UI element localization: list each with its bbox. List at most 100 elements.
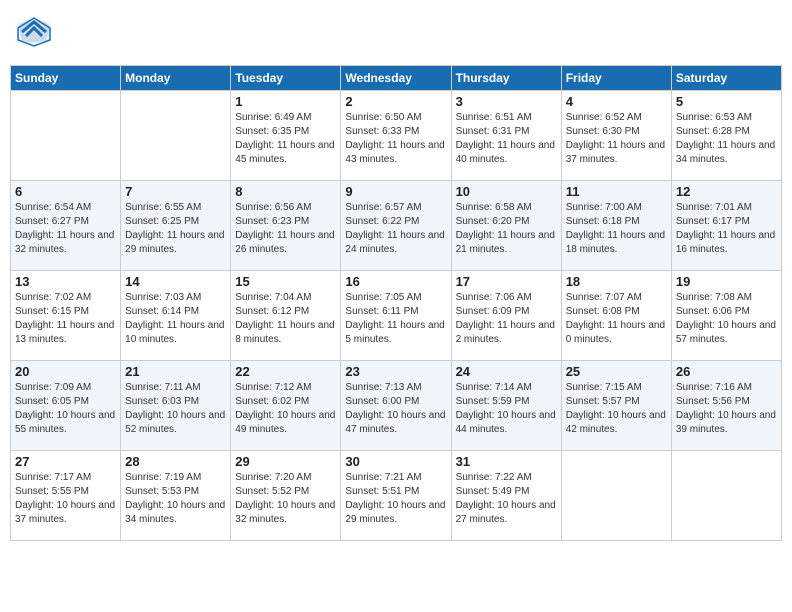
header-thursday: Thursday xyxy=(451,66,561,91)
day-cell: 5 Sunrise: 6:53 AM Sunset: 6:28 PM Daylig… xyxy=(671,91,781,181)
day-cell: 6 Sunrise: 6:54 AM Sunset: 6:27 PM Daylig… xyxy=(11,181,121,271)
day-info: Sunrise: 7:16 AM Sunset: 5:56 PM Dayligh… xyxy=(676,381,777,437)
calendar-table: SundayMondayTuesdayWednesdayThursdayFrid… xyxy=(10,65,782,541)
header-saturday: Saturday xyxy=(671,66,781,91)
day-info: Sunrise: 7:17 AM Sunset: 5:55 PM Dayligh… xyxy=(15,471,116,527)
day-number: 24 xyxy=(456,364,557,379)
week-row-3: 13 Sunrise: 7:02 AM Sunset: 6:15 PM Dayli… xyxy=(11,271,782,361)
header-wednesday: Wednesday xyxy=(341,66,451,91)
week-row-2: 6 Sunrise: 6:54 AM Sunset: 6:27 PM Daylig… xyxy=(11,181,782,271)
day-cell: 31 Sunrise: 7:22 AM Sunset: 5:49 PM Dayli… xyxy=(451,451,561,541)
day-number: 26 xyxy=(676,364,777,379)
day-cell: 12 Sunrise: 7:01 AM Sunset: 6:17 PM Dayli… xyxy=(671,181,781,271)
day-number: 3 xyxy=(456,94,557,109)
day-info: Sunrise: 7:02 AM Sunset: 6:15 PM Dayligh… xyxy=(15,291,116,347)
day-info: Sunrise: 6:50 AM Sunset: 6:33 PM Dayligh… xyxy=(345,111,446,167)
day-number: 12 xyxy=(676,184,777,199)
day-number: 18 xyxy=(566,274,667,289)
day-info: Sunrise: 7:15 AM Sunset: 5:57 PM Dayligh… xyxy=(566,381,667,437)
day-cell: 14 Sunrise: 7:03 AM Sunset: 6:14 PM Dayli… xyxy=(121,271,231,361)
day-cell: 29Sunrise: 7:20 AM Sunset: 5:52 PM Dayli… xyxy=(231,451,341,541)
day-number: 1 xyxy=(235,94,336,109)
day-cell: 19 Sunrise: 7:08 AM Sunset: 6:06 PM Dayli… xyxy=(671,271,781,361)
day-number: 22 xyxy=(235,364,336,379)
day-info: Sunrise: 7:14 AM Sunset: 5:59 PM Dayligh… xyxy=(456,381,557,437)
day-cell: 25 Sunrise: 7:15 AM Sunset: 5:57 PM Dayli… xyxy=(561,361,671,451)
day-info: Sunrise: 6:58 AM Sunset: 6:20 PM Dayligh… xyxy=(456,201,557,257)
header-tuesday: Tuesday xyxy=(231,66,341,91)
day-cell: 27 Sunrise: 7:17 AM Sunset: 5:55 PM Dayli… xyxy=(11,451,121,541)
day-number: 23 xyxy=(345,364,446,379)
day-info: Sunrise: 6:53 AM Sunset: 6:28 PM Dayligh… xyxy=(676,111,777,167)
week-row-1: 1 Sunrise: 6:49 AM Sunset: 6:35 PM Daylig… xyxy=(11,91,782,181)
day-info: Sunrise: 7:21 AM Sunset: 5:51 PM Dayligh… xyxy=(345,471,446,527)
day-cell: 20 Sunrise: 7:09 AM Sunset: 6:05 PM Dayli… xyxy=(11,361,121,451)
day-number: 2 xyxy=(345,94,446,109)
day-info: Sunrise: 7:22 AM Sunset: 5:49 PM Dayligh… xyxy=(456,471,557,527)
day-info: Sunrise: 7:08 AM Sunset: 6:06 PM Dayligh… xyxy=(676,291,777,347)
day-cell: 17 Sunrise: 7:06 AM Sunset: 6:09 PM Dayli… xyxy=(451,271,561,361)
day-cell: 3 Sunrise: 6:51 AM Sunset: 6:31 PM Daylig… xyxy=(451,91,561,181)
day-number: 7 xyxy=(125,184,226,199)
day-number: 11 xyxy=(566,184,667,199)
day-number: 27 xyxy=(15,454,116,469)
day-cell: 7 Sunrise: 6:55 AM Sunset: 6:25 PM Daylig… xyxy=(121,181,231,271)
day-info: Sunrise: 7:13 AM Sunset: 6:00 PM Dayligh… xyxy=(345,381,446,437)
day-number: 4 xyxy=(566,94,667,109)
day-number: 9 xyxy=(345,184,446,199)
day-number: 6 xyxy=(15,184,116,199)
header-sunday: Sunday xyxy=(11,66,121,91)
day-cell: 9 Sunrise: 6:57 AM Sunset: 6:22 PM Daylig… xyxy=(341,181,451,271)
day-cell: 24 Sunrise: 7:14 AM Sunset: 5:59 PM Dayli… xyxy=(451,361,561,451)
day-info: Sunrise: 7:11 AM Sunset: 6:03 PM Dayligh… xyxy=(125,381,226,437)
day-cell: 2 Sunrise: 6:50 AM Sunset: 6:33 PM Daylig… xyxy=(341,91,451,181)
logo-graphic xyxy=(16,14,52,55)
header-friday: Friday xyxy=(561,66,671,91)
day-number: 30 xyxy=(345,454,446,469)
day-info: Sunrise: 6:52 AM Sunset: 6:30 PM Dayligh… xyxy=(566,111,667,167)
day-number: 17 xyxy=(456,274,557,289)
day-number: 10 xyxy=(456,184,557,199)
day-cell: 10 Sunrise: 6:58 AM Sunset: 6:20 PM Dayli… xyxy=(451,181,561,271)
header-monday: Monday xyxy=(121,66,231,91)
day-info: Sunrise: 7:04 AM Sunset: 6:12 PM Dayligh… xyxy=(235,291,336,347)
day-info: Sunrise: 7:06 AM Sunset: 6:09 PM Dayligh… xyxy=(456,291,557,347)
day-cell: 16Sunrise: 7:05 AM Sunset: 6:11 PM Dayli… xyxy=(341,271,451,361)
day-cell: 28Sunrise: 7:19 AM Sunset: 5:53 PM Dayli… xyxy=(121,451,231,541)
day-cell: 18Sunrise: 7:07 AM Sunset: 6:08 PM Dayli… xyxy=(561,271,671,361)
day-info: Sunrise: 6:49 AM Sunset: 6:35 PM Dayligh… xyxy=(235,111,336,167)
day-cell xyxy=(671,451,781,541)
day-number: 5 xyxy=(676,94,777,109)
day-cell: 22 Sunrise: 7:12 AM Sunset: 6:02 PM Dayli… xyxy=(231,361,341,451)
day-info: Sunrise: 6:54 AM Sunset: 6:27 PM Dayligh… xyxy=(15,201,116,257)
day-cell: 26 Sunrise: 7:16 AM Sunset: 5:56 PM Dayli… xyxy=(671,361,781,451)
day-number: 25 xyxy=(566,364,667,379)
day-cell: 21 Sunrise: 7:11 AM Sunset: 6:03 PM Dayli… xyxy=(121,361,231,451)
day-number: 13 xyxy=(15,274,116,289)
day-info: Sunrise: 7:09 AM Sunset: 6:05 PM Dayligh… xyxy=(15,381,116,437)
day-number: 29 xyxy=(235,454,336,469)
day-cell: 1 Sunrise: 6:49 AM Sunset: 6:35 PM Daylig… xyxy=(231,91,341,181)
week-row-4: 20 Sunrise: 7:09 AM Sunset: 6:05 PM Dayli… xyxy=(11,361,782,451)
day-info: Sunrise: 6:55 AM Sunset: 6:25 PM Dayligh… xyxy=(125,201,226,257)
day-cell xyxy=(121,91,231,181)
day-number: 31 xyxy=(456,454,557,469)
day-info: Sunrise: 7:00 AM Sunset: 6:18 PM Dayligh… xyxy=(566,201,667,257)
week-row-5: 27 Sunrise: 7:17 AM Sunset: 5:55 PM Dayli… xyxy=(11,451,782,541)
day-info: Sunrise: 6:57 AM Sunset: 6:22 PM Dayligh… xyxy=(345,201,446,257)
day-info: Sunrise: 7:12 AM Sunset: 6:02 PM Dayligh… xyxy=(235,381,336,437)
day-info: Sunrise: 6:51 AM Sunset: 6:31 PM Dayligh… xyxy=(456,111,557,167)
calendar-header-row: SundayMondayTuesdayWednesdayThursdayFrid… xyxy=(11,66,782,91)
day-cell: 15Sunrise: 7:04 AM Sunset: 6:12 PM Dayli… xyxy=(231,271,341,361)
day-info: Sunrise: 7:01 AM Sunset: 6:17 PM Dayligh… xyxy=(676,201,777,257)
day-number: 14 xyxy=(125,274,226,289)
day-info: Sunrise: 6:56 AM Sunset: 6:23 PM Dayligh… xyxy=(235,201,336,257)
day-info: Sunrise: 7:03 AM Sunset: 6:14 PM Dayligh… xyxy=(125,291,226,347)
day-cell xyxy=(561,451,671,541)
day-number: 20 xyxy=(15,364,116,379)
day-cell: 4 Sunrise: 6:52 AM Sunset: 6:30 PM Daylig… xyxy=(561,91,671,181)
day-number: 8 xyxy=(235,184,336,199)
day-number: 21 xyxy=(125,364,226,379)
day-number: 19 xyxy=(676,274,777,289)
day-cell: 13 Sunrise: 7:02 AM Sunset: 6:15 PM Dayli… xyxy=(11,271,121,361)
